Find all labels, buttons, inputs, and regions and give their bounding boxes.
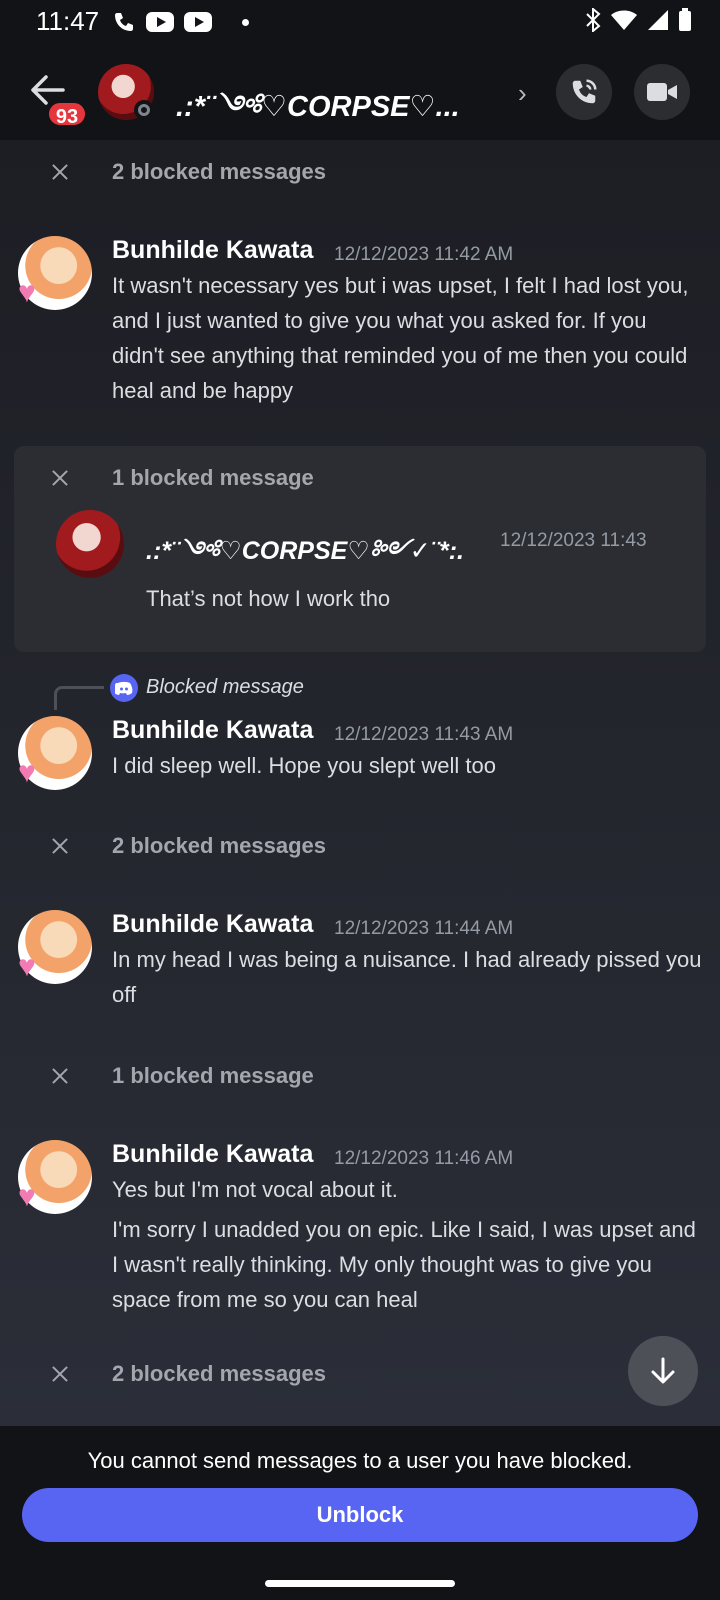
- blocked-messages-row[interactable]: 1 blocked message: [48, 1056, 314, 1096]
- message-text: It wasn't necessary yes but i was upset,…: [112, 273, 689, 403]
- heart-icon: ♥: [18, 950, 36, 983]
- message-timestamp: 12/12/2023 11:44 AM: [334, 918, 514, 939]
- reply-connector: [54, 686, 104, 710]
- system-nav-bar: [0, 1558, 720, 1600]
- blocked-user-footer: You cannot send messages to a user you h…: [0, 1426, 720, 1558]
- message-text: That’s not how I work tho: [146, 586, 391, 611]
- blocked-label: 2 blocked messages: [112, 833, 327, 858]
- heart-icon: ♥: [18, 1180, 36, 1213]
- message-timestamp: 12/12/2023 11:46 AM: [334, 1148, 514, 1169]
- reply-reference[interactable]: Blocked message: [146, 676, 304, 699]
- video-camera-icon: [647, 83, 677, 101]
- heart-icon: ♥: [18, 756, 36, 789]
- arrow-down-icon: [651, 1357, 675, 1384]
- close-icon: [48, 466, 72, 490]
- status-right-icons: [584, 8, 692, 32]
- status-time: 11:47: [36, 6, 100, 36]
- avatar[interactable]: ♥: [18, 910, 92, 984]
- message-text: I did sleep well. Hope you slept well to…: [112, 753, 496, 778]
- expanded-blocked-messages: 1 blocked message .:*¨༺♡CORPSE♡༻✓¨*:. 12…: [14, 446, 706, 652]
- blocked-label: 1 blocked message: [112, 1063, 314, 1088]
- jump-to-bottom-button[interactable]: [628, 1336, 698, 1406]
- unread-badge: 93: [46, 100, 88, 128]
- bluetooth-icon: [586, 8, 601, 32]
- chat-header: 93 .:*¨༺♡CORPSE♡... ›: [0, 44, 720, 140]
- blocked-label: 2 blocked messages: [112, 1361, 327, 1386]
- message-timestamp: 12/12/2023 11:43 AM: [334, 724, 514, 745]
- wifi-icon: [611, 10, 637, 30]
- close-icon: [48, 1064, 72, 1088]
- blocked-messages-row[interactable]: 1 blocked message: [48, 458, 314, 498]
- blocked-notice: You cannot send messages to a user you h…: [87, 1448, 633, 1473]
- phone-icon: [115, 13, 133, 31]
- notification-dot: [242, 18, 249, 26]
- message-author[interactable]: Bunhilde Kawata: [112, 716, 313, 745]
- blocked-messages-row[interactable]: 2 blocked messages: [48, 152, 326, 192]
- message-text: In my head I was being a nuisance. I had…: [112, 947, 702, 1007]
- message-author[interactable]: .:*¨༺♡CORPSE♡༻✓¨*:.: [146, 522, 464, 593]
- home-indicator[interactable]: [265, 1580, 455, 1587]
- close-icon: [48, 1362, 72, 1386]
- message-list[interactable]: 2 blocked messages ♥ Bunhilde Kawata 12/…: [0, 140, 720, 1426]
- avatar[interactable]: ♥: [18, 236, 92, 310]
- blocked-messages-row[interactable]: 2 blocked messages: [48, 826, 326, 866]
- status-bar: 11:47: [0, 0, 720, 44]
- message-author[interactable]: Bunhilde Kawata: [112, 236, 313, 265]
- close-icon: [48, 160, 72, 184]
- battery-icon: [679, 8, 691, 31]
- message-timestamp: 12/12/2023 11:43: [500, 530, 647, 551]
- discord-icon: [110, 674, 138, 702]
- offline-status-icon: [134, 100, 154, 120]
- avatar[interactable]: ♥: [18, 716, 92, 790]
- youtube-icon: [184, 12, 212, 32]
- chevron-right-icon[interactable]: ›: [518, 78, 527, 109]
- youtube-icon: [146, 12, 174, 32]
- unblock-button[interactable]: Unblock: [22, 1488, 698, 1542]
- message-timestamp: 12/12/2023 11:42 AM: [334, 244, 514, 265]
- video-call-button[interactable]: [634, 64, 690, 120]
- phone-call-icon: [572, 79, 597, 104]
- message-text: Yes but I'm not vocal about it.: [112, 1177, 398, 1202]
- message-text: I'm sorry I unadded you on epic. Like I …: [112, 1217, 696, 1312]
- blocked-messages-row[interactable]: 2 blocked messages: [48, 1354, 326, 1394]
- message-author[interactable]: Bunhilde Kawata: [112, 910, 313, 939]
- heart-icon: ♥: [18, 276, 36, 309]
- avatar[interactable]: [56, 510, 124, 578]
- blocked-label: 1 blocked message: [112, 465, 314, 490]
- status-left-icons: [112, 10, 249, 34]
- message-author[interactable]: Bunhilde Kawata: [112, 1140, 313, 1169]
- avatar[interactable]: ♥: [18, 1140, 92, 1214]
- blocked-label: 2 blocked messages: [112, 159, 327, 184]
- close-icon: [48, 834, 72, 858]
- signal-icon: [648, 10, 668, 30]
- voice-call-button[interactable]: [556, 64, 612, 120]
